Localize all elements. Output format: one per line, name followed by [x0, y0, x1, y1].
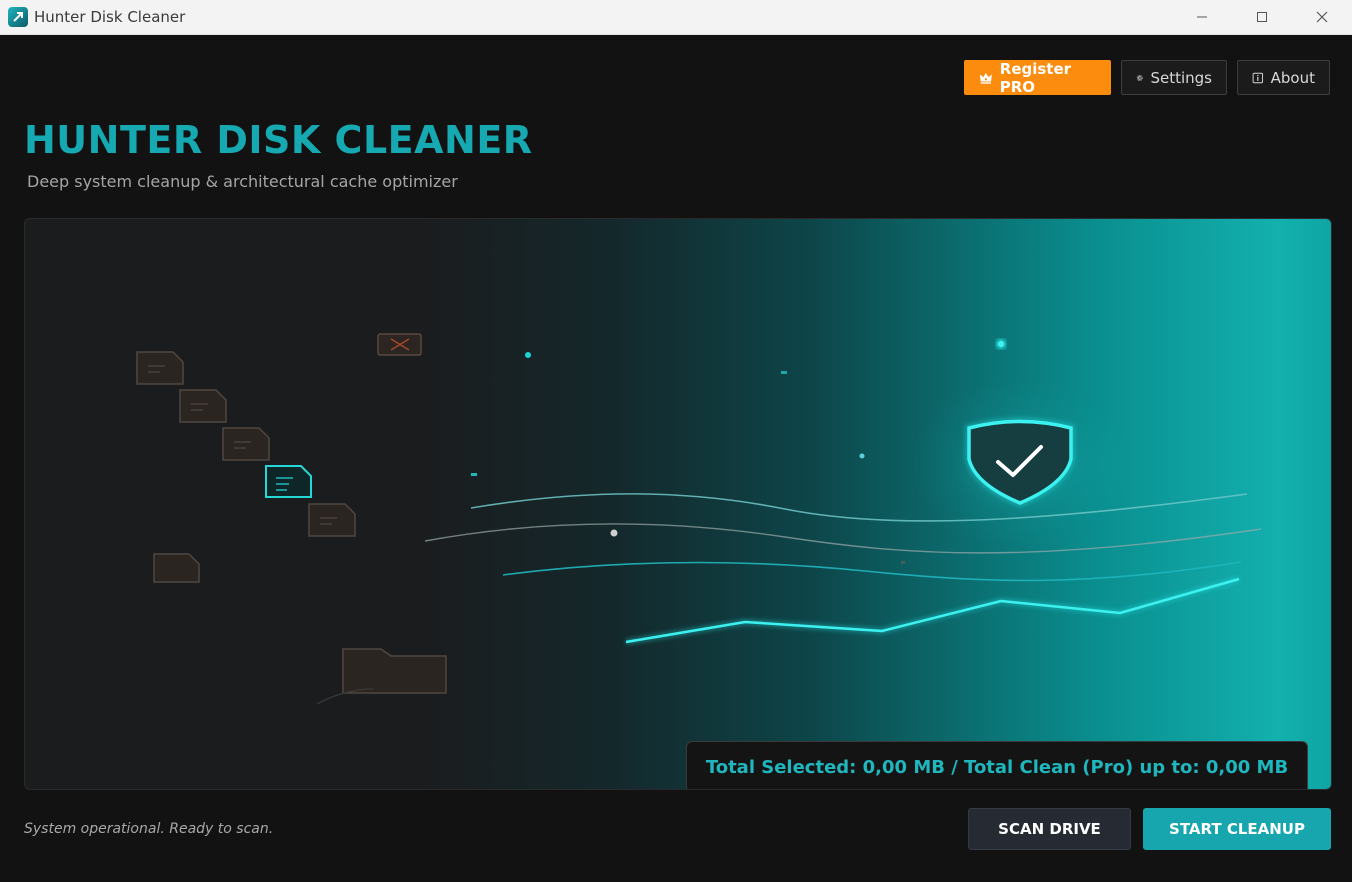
minimize-icon	[1197, 16, 1207, 18]
settings-button[interactable]: Settings	[1121, 60, 1227, 95]
total-selected-text: Total Selected: 0,00 MB / Total Clean (P…	[705, 756, 1289, 778]
settings-label: Settings	[1150, 68, 1212, 87]
register-pro-button[interactable]: Register PRO	[964, 59, 1111, 96]
window-title: Hunter Disk Cleaner	[34, 8, 186, 26]
page-title: HUNTER DISK CLEANER	[24, 118, 533, 162]
close-icon	[1316, 11, 1328, 23]
status-text: System operational. Ready to scan.	[24, 821, 274, 837]
broken-file-icon	[377, 333, 422, 356]
info-icon	[1252, 72, 1264, 83]
minimize-button[interactable]	[1172, 0, 1232, 34]
title-bar: Hunter Disk Cleaner	[0, 0, 1352, 35]
maximize-button[interactable]	[1232, 0, 1292, 34]
register-pro-label: Register PRO	[999, 59, 1072, 96]
top-toolbar: Register PRO Settings About	[964, 59, 1330, 96]
scan-drive-button[interactable]: SCAN DRIVE	[968, 808, 1131, 850]
window-controls	[1172, 0, 1352, 34]
crown-icon	[979, 72, 992, 84]
file-icon	[265, 465, 312, 498]
gear-icon	[1136, 74, 1143, 81]
app-logo-icon	[8, 7, 28, 27]
start-cleanup-button[interactable]: START CLEANUP	[1143, 808, 1331, 850]
total-selected-box: Total Selected: 0,00 MB / Total Clean (P…	[686, 741, 1308, 789]
about-label: About	[1270, 68, 1315, 87]
hero-illustration: Total Selected: 0,00 MB / Total Clean (P…	[24, 218, 1332, 790]
page-subtitle: Deep system cleanup & architectural cach…	[27, 172, 458, 191]
folder-icon	[316, 648, 447, 705]
maximize-icon	[1257, 12, 1267, 22]
about-button[interactable]: About	[1237, 60, 1330, 95]
file-icon	[136, 351, 356, 583]
hero-graphic	[136, 333, 1262, 705]
close-button[interactable]	[1292, 0, 1352, 34]
